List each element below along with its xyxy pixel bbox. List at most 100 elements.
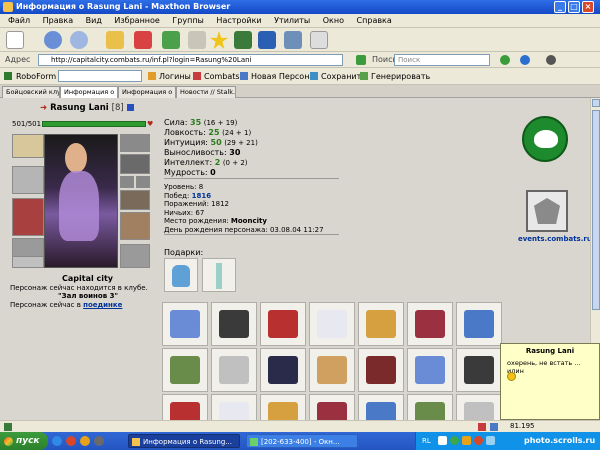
gloves-slot[interactable] bbox=[120, 134, 150, 152]
search-input[interactable]: Поиск bbox=[394, 54, 490, 66]
globe-icon[interactable] bbox=[520, 55, 530, 65]
window-icon[interactable] bbox=[310, 31, 328, 49]
scroll-up-icon[interactable] bbox=[592, 99, 600, 107]
quicklaunch-ie-icon[interactable] bbox=[52, 436, 62, 446]
weapon-slot[interactable] bbox=[12, 166, 44, 194]
clan-logo[interactable] bbox=[522, 116, 568, 162]
language-indicator[interactable]: RL bbox=[422, 432, 431, 450]
gift-item[interactable] bbox=[162, 348, 208, 392]
open-folder-icon[interactable] bbox=[106, 31, 124, 49]
gift-item[interactable] bbox=[260, 348, 306, 392]
gift-item[interactable] bbox=[202, 258, 236, 292]
settings-icon[interactable] bbox=[546, 55, 556, 65]
gift-item[interactable] bbox=[162, 302, 208, 346]
bracers-slot[interactable] bbox=[120, 190, 150, 210]
quicklaunch-opera-icon[interactable] bbox=[66, 436, 76, 446]
menu-window[interactable]: Окно bbox=[323, 16, 344, 25]
logins-button[interactable]: Логины bbox=[159, 68, 191, 85]
gift-item[interactable] bbox=[309, 348, 355, 392]
back-icon[interactable] bbox=[44, 31, 62, 49]
undo-icon[interactable] bbox=[258, 31, 276, 49]
gift-item[interactable] bbox=[162, 394, 208, 420]
chat-popup[interactable]: Rasung Lani охерень, не встать ... илин bbox=[500, 343, 600, 420]
gift-item[interactable] bbox=[309, 394, 355, 420]
menu-settings[interactable]: Настройки bbox=[216, 16, 261, 25]
quicklaunch-firefox-icon[interactable] bbox=[80, 436, 90, 446]
start-button[interactable]: пуск bbox=[0, 432, 48, 450]
shield-slot[interactable] bbox=[120, 154, 150, 174]
gift-item[interactable] bbox=[211, 302, 257, 346]
tray-icon[interactable] bbox=[462, 436, 471, 445]
gift-item[interactable] bbox=[407, 394, 453, 420]
boots-slot[interactable] bbox=[12, 256, 44, 268]
gift-item[interactable] bbox=[407, 302, 453, 346]
info-icon[interactable] bbox=[126, 104, 134, 111]
events-emblem[interactable] bbox=[526, 190, 568, 232]
gift-item[interactable] bbox=[211, 394, 257, 420]
favorites-star-icon[interactable] bbox=[210, 31, 228, 49]
menu-tools[interactable]: Утилиты bbox=[274, 16, 310, 25]
refresh-icon[interactable] bbox=[162, 31, 180, 49]
menu-file[interactable]: Файл bbox=[8, 16, 30, 25]
search-go-icon[interactable] bbox=[500, 55, 510, 65]
tray-icon[interactable] bbox=[474, 436, 483, 445]
tray-icq-icon[interactable] bbox=[450, 436, 459, 445]
belt-slot[interactable] bbox=[12, 238, 44, 258]
minimize-button[interactable]: _ bbox=[554, 1, 566, 13]
gift-item[interactable] bbox=[164, 258, 198, 292]
gift-picture bbox=[219, 356, 249, 384]
character-image[interactable] bbox=[44, 134, 118, 268]
new-persona-button[interactable]: Новая Персона bbox=[251, 68, 314, 85]
gift-item[interactable] bbox=[456, 394, 502, 420]
menu-edit[interactable]: Правка bbox=[43, 16, 73, 25]
menu-help[interactable]: Справка bbox=[357, 16, 392, 25]
menu-view[interactable]: Вид bbox=[86, 16, 102, 25]
forward-icon[interactable] bbox=[70, 31, 88, 49]
fight-link[interactable]: поединке bbox=[83, 301, 122, 309]
tab-info-1[interactable]: Информация о R... bbox=[60, 86, 118, 98]
task-chat[interactable]: [202-633-400] - Окн... bbox=[246, 434, 358, 448]
tab-news[interactable]: Новости // Stalk... bbox=[176, 86, 236, 98]
generate-button[interactable]: Генерировать bbox=[371, 68, 430, 85]
popup-blocker-icon[interactable] bbox=[478, 423, 486, 431]
roboform-select[interactable] bbox=[58, 70, 142, 82]
gift-item[interactable] bbox=[358, 348, 404, 392]
address-input[interactable]: http://capitalcity.combats.ru/inf.pl?log… bbox=[38, 54, 343, 66]
tray-icon[interactable] bbox=[438, 436, 447, 445]
gift-item[interactable] bbox=[260, 302, 306, 346]
gift-item[interactable] bbox=[358, 302, 404, 346]
tab-fight-club[interactable]: Бойцовский клуб bbox=[2, 86, 60, 98]
gift-item[interactable] bbox=[456, 348, 502, 392]
amulet-slot[interactable] bbox=[120, 212, 150, 240]
new-page-icon[interactable] bbox=[6, 31, 24, 49]
gift-item[interactable] bbox=[260, 394, 306, 420]
gift-item[interactable] bbox=[309, 302, 355, 346]
close-button[interactable]: × bbox=[582, 1, 594, 13]
gift-item[interactable] bbox=[358, 394, 404, 420]
home-icon[interactable] bbox=[188, 31, 206, 49]
gift-item[interactable] bbox=[456, 302, 502, 346]
events-link[interactable]: events.combats.ru bbox=[518, 235, 590, 244]
leggings-slot[interactable] bbox=[120, 244, 150, 268]
combats-button[interactable]: Combats bbox=[204, 68, 240, 85]
stop-icon[interactable] bbox=[134, 31, 152, 49]
maximize-button[interactable]: □ bbox=[568, 1, 580, 13]
armor-slot[interactable] bbox=[12, 198, 44, 236]
menu-favorites[interactable]: Избранное bbox=[114, 16, 159, 25]
quicklaunch-icon[interactable] bbox=[94, 436, 104, 446]
tab-info-2[interactable]: Информация о R... bbox=[118, 86, 176, 98]
gift-item[interactable] bbox=[211, 348, 257, 392]
gift-item[interactable] bbox=[407, 348, 453, 392]
roboform-button[interactable]: RoboForm bbox=[16, 68, 56, 85]
layout-icon[interactable] bbox=[284, 31, 302, 49]
zoom-icon[interactable] bbox=[490, 423, 498, 431]
tray-network-icon[interactable] bbox=[486, 436, 495, 445]
task-browser[interactable]: Информация о Rasung... bbox=[128, 434, 240, 448]
helmet-slot[interactable] bbox=[12, 134, 44, 158]
scroll-thumb[interactable] bbox=[592, 110, 600, 310]
screenshot-icon[interactable] bbox=[234, 31, 252, 49]
menu-groups[interactable]: Группы bbox=[172, 16, 203, 25]
go-icon[interactable] bbox=[356, 55, 366, 65]
ring-slot-2[interactable] bbox=[136, 176, 150, 188]
ring-slot-1[interactable] bbox=[120, 176, 134, 188]
